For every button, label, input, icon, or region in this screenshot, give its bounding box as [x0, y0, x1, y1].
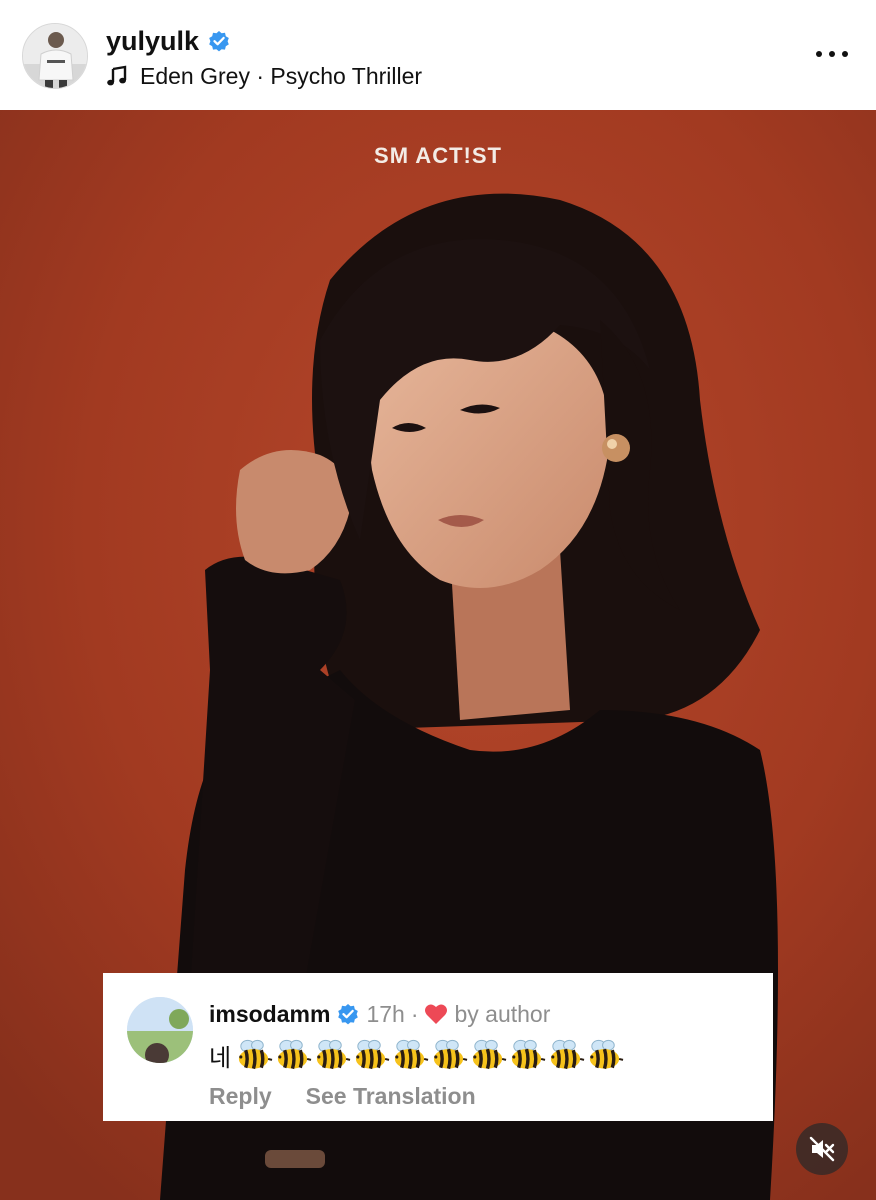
music-note-icon — [107, 65, 127, 86]
commenter-username[interactable]: imsodamm — [209, 1001, 330, 1028]
reply-button[interactable]: Reply — [209, 1083, 272, 1110]
comment-separator: · — [410, 1000, 419, 1027]
mute-toggle-button[interactable] — [796, 1123, 848, 1175]
comment-actions: Reply See Translation — [209, 1081, 476, 1111]
music-row[interactable]: Eden Grey · Psycho Thriller — [106, 60, 422, 92]
author-row: yulyulk — [106, 24, 231, 58]
comment-time: 17h — [366, 1000, 405, 1027]
author-username[interactable]: yulyulk — [106, 26, 199, 57]
liked-by-author: by author — [454, 1000, 551, 1027]
author-avatar[interactable] — [22, 23, 88, 89]
commenter-avatar[interactable] — [127, 997, 193, 1063]
bee-emoji-icon — [433, 1039, 468, 1070]
bee-emoji-icon — [277, 1039, 312, 1070]
verified-badge-icon — [338, 1004, 359, 1025]
heart-icon — [425, 1004, 448, 1024]
bee-emoji-icon — [472, 1039, 507, 1070]
speaker-muted-icon — [809, 1136, 835, 1162]
comment-card: imsodamm 17h · by author 네 Reply See Tra… — [103, 973, 773, 1121]
bee-emoji-icon — [355, 1039, 390, 1070]
more-options-button[interactable] — [812, 36, 852, 72]
music-track: Eden Grey · Psycho Thriller — [140, 62, 423, 89]
brand-watermark: SM ACT!ST — [374, 143, 502, 168]
bee-emoji-icon — [394, 1039, 429, 1070]
comment-text: 네 — [209, 1044, 232, 1072]
avatar-image — [23, 24, 87, 88]
commenter-avatar-image — [127, 997, 193, 1063]
bee-emoji-icon — [589, 1039, 624, 1070]
bee-emoji-icon — [316, 1039, 351, 1070]
post-header: yulyulk Eden Grey · Psycho Thriller — [0, 0, 876, 110]
more-horizontal-icon — [816, 51, 822, 57]
bee-emoji-row — [234, 1038, 624, 1072]
comment-header: imsodamm 17h · by author — [209, 999, 550, 1029]
verified-badge-icon — [209, 31, 229, 52]
bee-emoji-icon — [550, 1039, 585, 1070]
bee-emoji-icon — [238, 1039, 273, 1070]
bee-emoji-icon — [511, 1039, 546, 1070]
comment-body: 네 — [209, 1037, 624, 1073]
see-translation-button[interactable]: See Translation — [306, 1083, 476, 1110]
